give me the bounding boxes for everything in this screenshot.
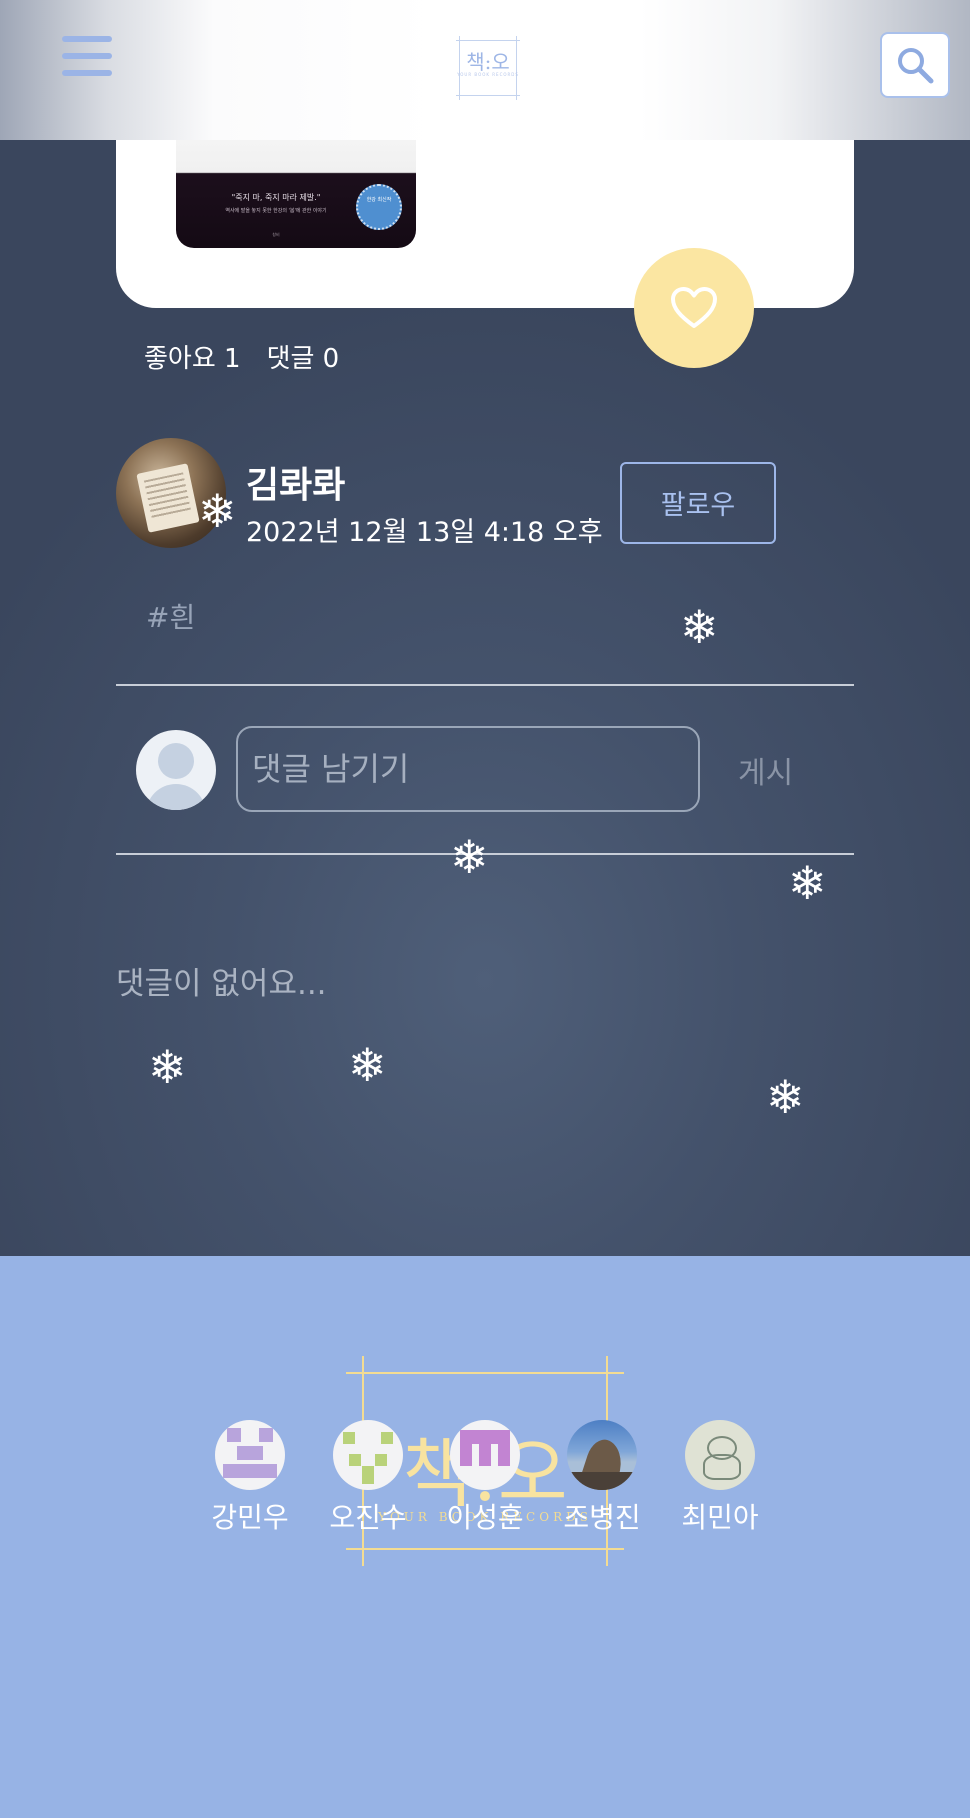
member-avatar	[450, 1420, 520, 1490]
book-cover-publisher: 창비	[272, 232, 280, 237]
user-avatar-placeholder	[136, 730, 216, 810]
likes-count: 좋아요 1	[144, 344, 241, 374]
team-member[interactable]: 조병진	[547, 1420, 657, 1536]
header-logo-subtitle: YOUR BOOK RECORDS	[457, 72, 519, 77]
post-tag[interactable]: #흰	[146, 596, 195, 636]
top-header: 책:오 YOUR BOOK RECORDS	[0, 0, 970, 140]
member-name: 조병진	[563, 1501, 641, 1534]
search-button[interactable]	[880, 32, 950, 98]
hamburger-menu-icon[interactable]	[62, 36, 112, 78]
post-stats: 좋아요 1 댓글 0	[144, 338, 365, 375]
heart-icon	[671, 287, 717, 328]
post-date: 2022년 12월 13일 4:18 오후	[246, 517, 603, 548]
comment-input[interactable]	[236, 726, 700, 812]
member-avatar	[685, 1420, 755, 1490]
footer: 책:오 YOUR BOOK RECORDS	[0, 1256, 970, 1818]
search-icon	[898, 48, 934, 84]
author-name[interactable]: 김롸롸	[246, 456, 345, 508]
book-cover-badge: 한강 최신작	[356, 184, 402, 230]
member-avatar	[215, 1420, 285, 1490]
member-name: 오진수	[329, 1501, 407, 1534]
book-cover-quote: "죽지 마, 죽지 마라 제발."	[231, 193, 321, 202]
team-member[interactable]: 강민우	[195, 1420, 305, 1536]
member-avatar	[567, 1420, 637, 1490]
header-logo[interactable]: 책:오 YOUR BOOK RECORDS	[446, 26, 530, 110]
team-member[interactable]: 최민아	[665, 1420, 775, 1536]
like-button[interactable]	[634, 248, 754, 368]
member-name: 최민아	[681, 1501, 759, 1534]
snowflake-icon: ❄	[766, 1070, 805, 1124]
snowflake-icon: ❄	[348, 1038, 387, 1092]
header-logo-text: 책:오	[466, 50, 510, 74]
follow-button[interactable]: 팔로우	[620, 462, 776, 544]
comments-count: 댓글 0	[266, 344, 340, 374]
team-member[interactable]: 이성훈	[430, 1420, 540, 1536]
book-cover-image[interactable]: "죽지 마, 죽지 마라 제발." 역사에 발을 놓지 못한 한강의 '봄'에 …	[176, 140, 416, 248]
member-name: 이성훈	[446, 1501, 524, 1534]
member-avatar	[333, 1420, 403, 1490]
snowflake-icon: ❄	[148, 1040, 187, 1094]
snowflake-icon: ❄	[450, 830, 489, 884]
divider	[116, 684, 854, 686]
snowflake-icon: ❄	[788, 856, 827, 910]
snowflake-icon: ❄	[198, 484, 237, 538]
empty-comments-message: 댓글이 없어요...	[116, 966, 327, 1002]
post-comment-button[interactable]: 게시	[738, 748, 793, 792]
book-cover-subline: 역사에 발을 놓지 못한 한강의 '봄'에 관한 이야기	[225, 208, 327, 214]
snowflake-icon: ❄	[680, 600, 719, 654]
member-name: 강민우	[211, 1501, 289, 1534]
team-member[interactable]: 오진수	[313, 1420, 423, 1536]
